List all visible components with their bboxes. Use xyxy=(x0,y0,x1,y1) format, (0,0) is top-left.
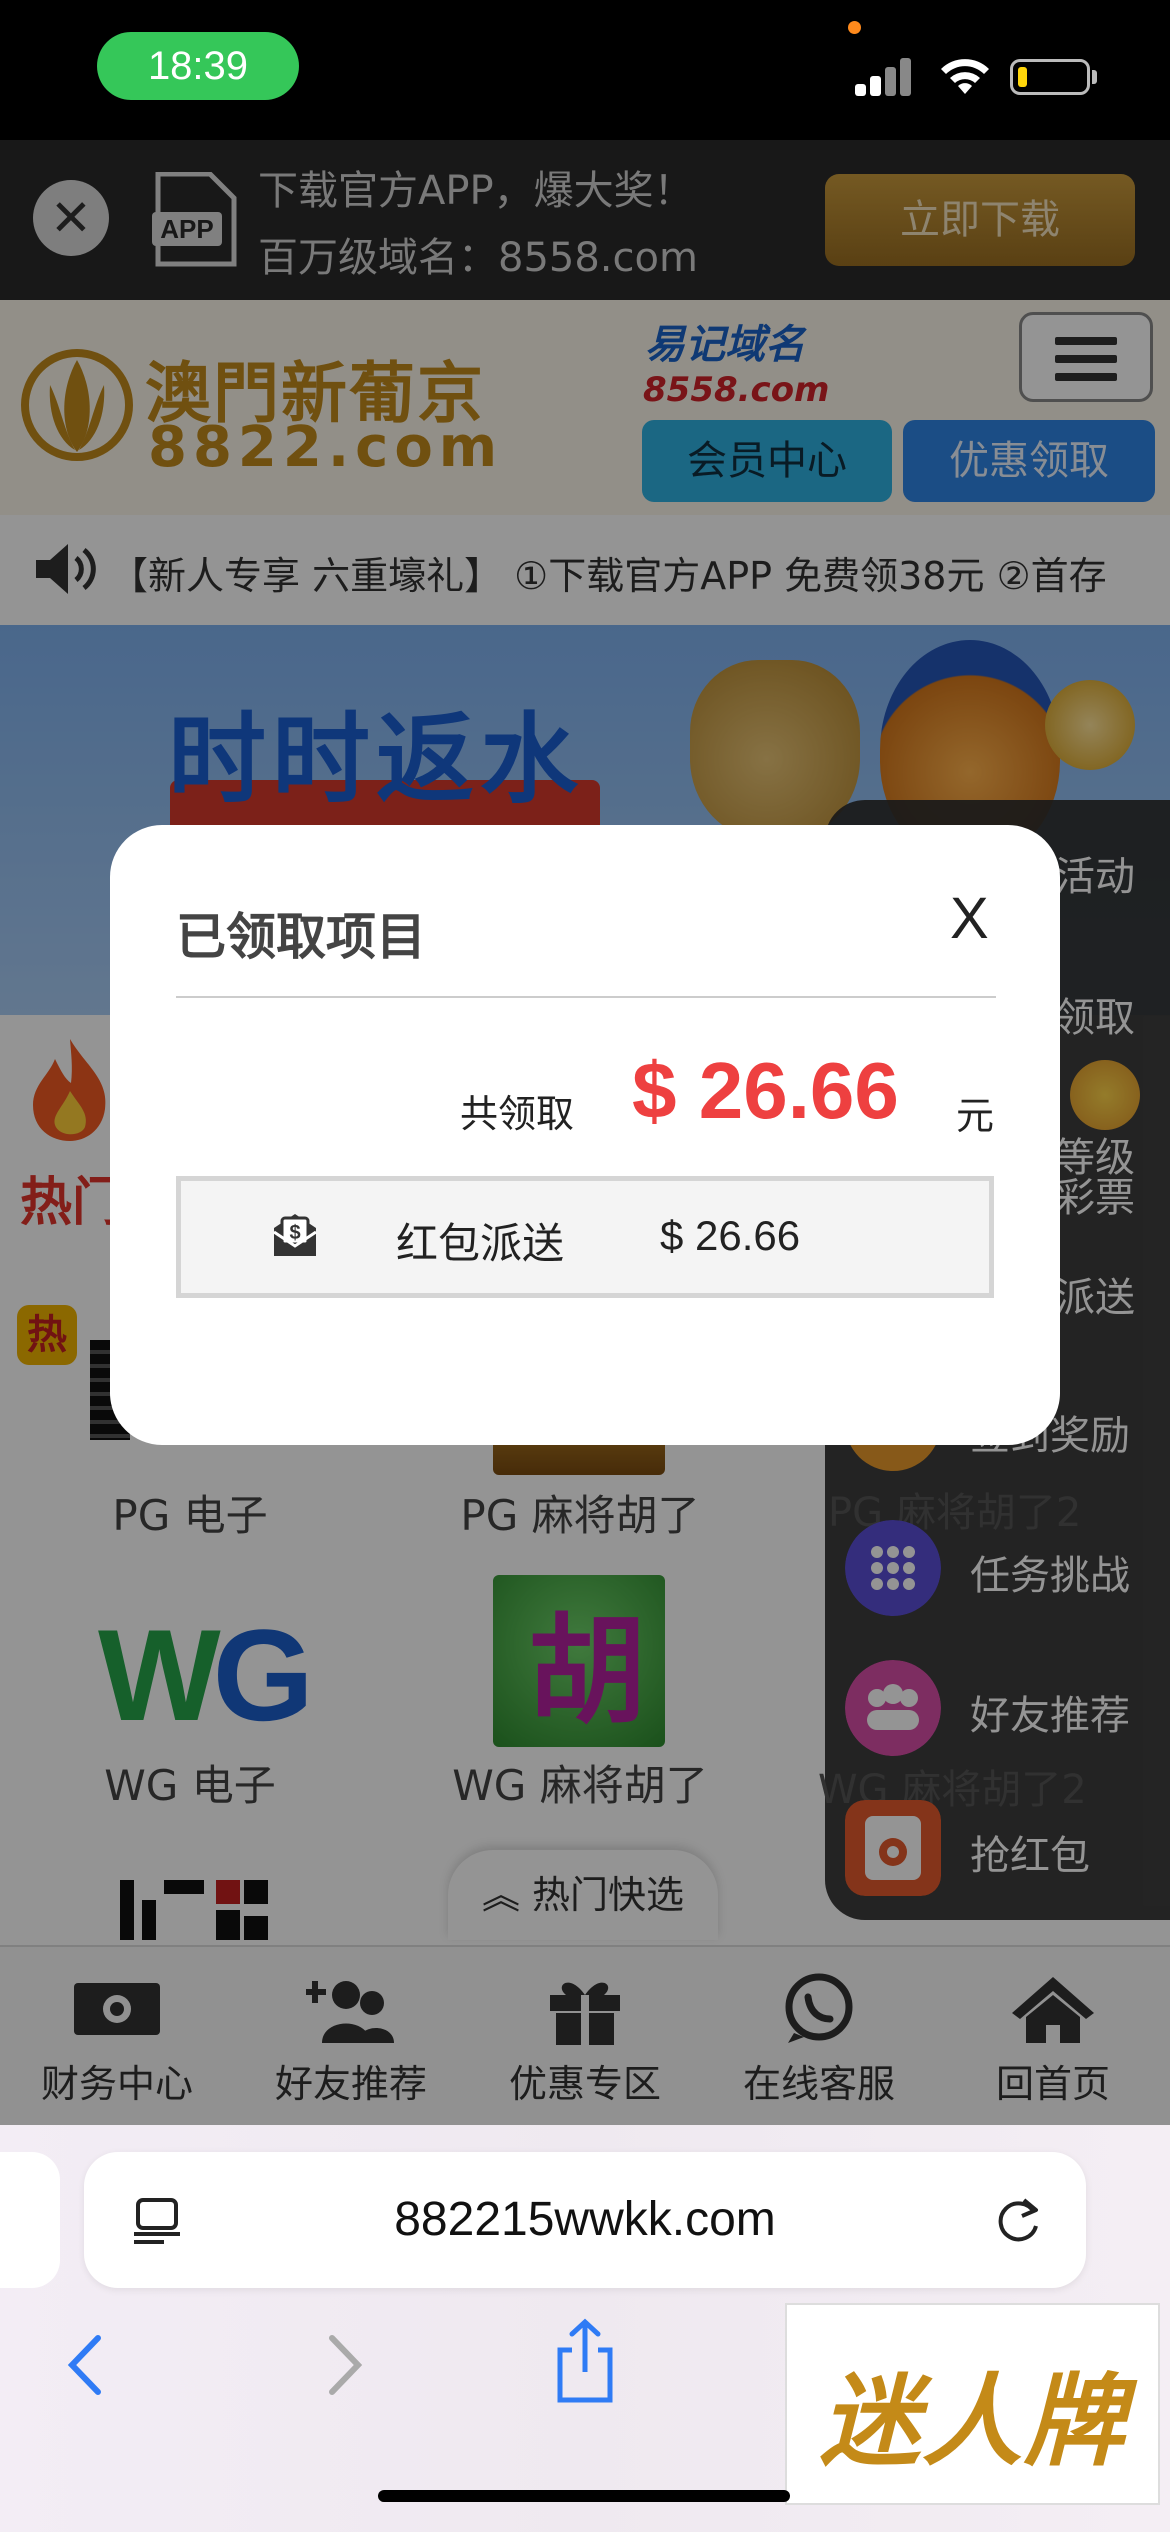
battery-tip xyxy=(1092,70,1097,84)
reload-icon[interactable] xyxy=(990,2192,1046,2248)
dialog-title: 已领取项目 xyxy=(176,908,426,966)
claim-record-amount: $ 26.66 xyxy=(660,1212,801,1259)
watermark-logo: 迷人牌 xyxy=(820,2362,1126,2480)
dialog-close-button[interactable]: X xyxy=(950,885,1000,955)
privacy-indicator-dot xyxy=(848,21,861,34)
back-icon[interactable] xyxy=(62,2330,112,2400)
total-claimed-amount: $ 26.66 xyxy=(632,1046,899,1135)
total-currency-unit: 元 xyxy=(956,1094,995,1138)
previous-tab-edge[interactable] xyxy=(0,2152,60,2288)
status-time: 18:39 xyxy=(97,32,299,100)
claim-record-name: 红包派送 xyxy=(396,1219,565,1268)
share-icon[interactable] xyxy=(550,2318,620,2404)
wifi-icon xyxy=(941,59,989,94)
home-indicator[interactable] xyxy=(378,2490,790,2502)
cellular-signal-icon xyxy=(855,58,913,96)
svg-text:$: $ xyxy=(289,1222,300,1244)
dialog-divider xyxy=(176,996,996,998)
forward-icon[interactable] xyxy=(318,2330,368,2400)
battery-icon xyxy=(1010,59,1090,95)
url-text[interactable]: 882215wwkk.com xyxy=(84,2192,1086,2247)
total-claimed-label: 共领取 xyxy=(460,1092,575,1136)
battery-level xyxy=(1018,67,1027,87)
red-envelope-icon: $ xyxy=(273,1214,317,1256)
